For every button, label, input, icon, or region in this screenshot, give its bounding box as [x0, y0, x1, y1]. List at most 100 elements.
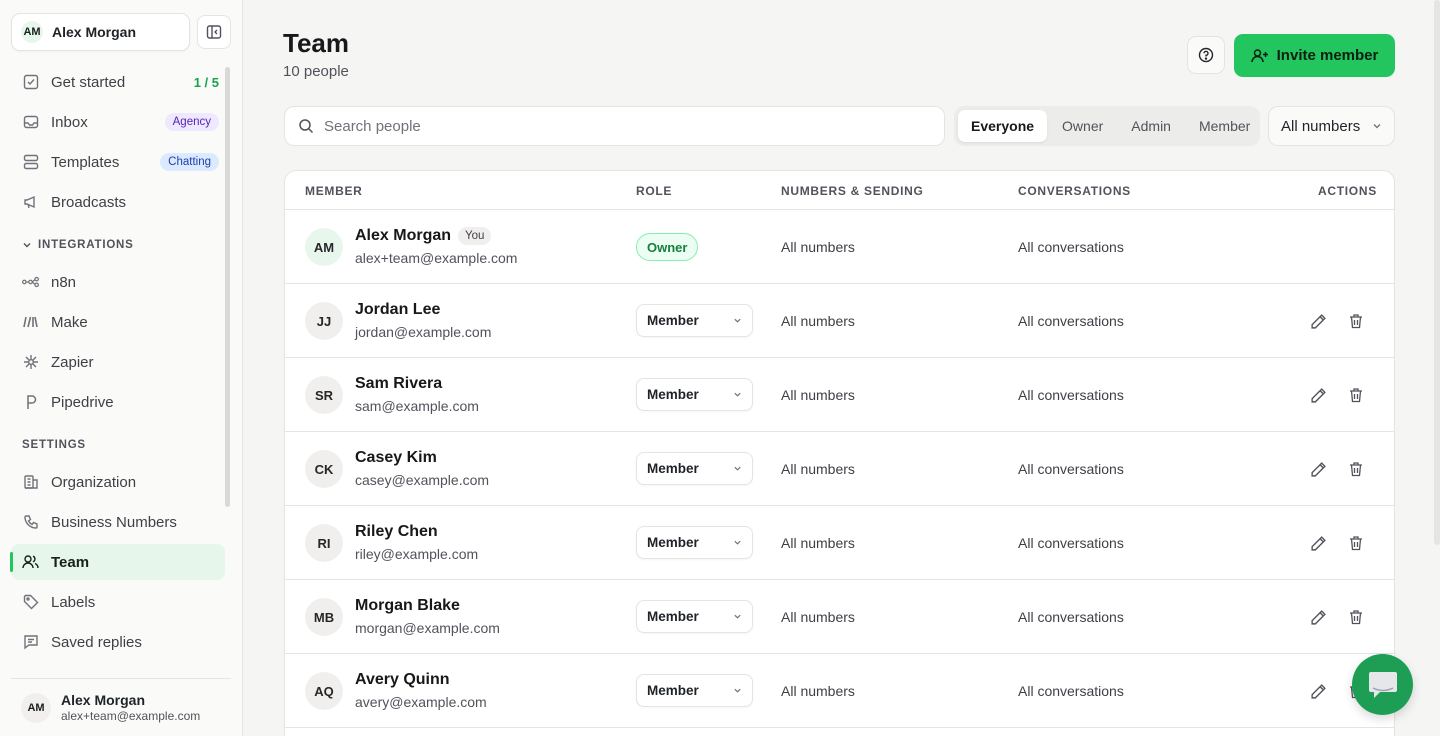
- sidebar-item-label: Get started: [51, 73, 126, 91]
- sidebar-item-pipedrive[interactable]: Pipedrive: [11, 384, 225, 420]
- sidebar-item-inbox[interactable]: Inbox Agency: [11, 104, 225, 140]
- sidebar-item-label: Make: [51, 313, 88, 331]
- invite-member-button[interactable]: Invite member: [1234, 34, 1395, 77]
- role-filter-everyone[interactable]: Everyone: [958, 110, 1048, 142]
- search-box[interactable]: [284, 106, 945, 146]
- sidebar-item-zapier[interactable]: Zapier: [11, 344, 225, 380]
- sidebar-item-broadcasts[interactable]: Broadcasts: [11, 184, 225, 220]
- sidebar-item-label: Organization: [51, 473, 137, 491]
- sidebar-item-templates[interactable]: Templates Chatting: [11, 144, 225, 180]
- trash-icon: [1350, 536, 1362, 551]
- user-menu[interactable]: AM Alex Morgan alex+team@example.com: [11, 678, 231, 736]
- header-conversations: CONVERSATIONS: [1018, 184, 1131, 198]
- integrations-section-toggle[interactable]: INTEGRATIONS: [11, 230, 225, 260]
- conversations-cell: All conversations: [1018, 387, 1124, 403]
- sidebar-item-get-started[interactable]: Get started 1 / 5: [11, 64, 225, 100]
- chevron-down-icon: [734, 614, 741, 619]
- role-select[interactable]: Member: [636, 674, 753, 707]
- member-email: riley@example.com: [355, 546, 479, 562]
- edit-button[interactable]: [1308, 533, 1328, 553]
- sidebar-scrollbar[interactable]: [225, 67, 230, 507]
- numbers-cell: All numbers: [781, 535, 855, 551]
- sidebar-item-saved-replies[interactable]: Saved replies: [11, 624, 225, 660]
- conversations-cell: All conversations: [1018, 535, 1124, 551]
- sidebar-item-label: Business Numbers: [51, 513, 177, 531]
- member-name: Alex Morgan: [355, 227, 452, 244]
- numbers-cell: All numbers: [781, 461, 855, 477]
- edit-button[interactable]: [1308, 385, 1328, 405]
- header-role: ROLE: [636, 184, 673, 198]
- checkbox-icon: [22, 74, 39, 91]
- numbers-filter-select[interactable]: All numbers: [1268, 106, 1395, 146]
- role-select[interactable]: Member: [636, 452, 753, 485]
- delete-button[interactable]: [1346, 385, 1366, 405]
- role-value: Member: [647, 609, 699, 624]
- inbox-icon: [22, 114, 39, 131]
- tag-icon: [22, 594, 39, 611]
- pencil-icon: [1310, 609, 1326, 625]
- table-row: JJ Jordan Lee jordan@example.com Member …: [285, 284, 1394, 358]
- sidebar-item-label: Team: [51, 553, 90, 571]
- member-email: avery@example.com: [355, 694, 487, 710]
- sidebar-item-labels[interactable]: Labels: [11, 584, 225, 620]
- numbers-cell: All numbers: [781, 239, 855, 255]
- search-input[interactable]: [324, 117, 924, 135]
- role-select[interactable]: Member: [636, 600, 753, 633]
- workspace-avatar: AM: [21, 21, 43, 43]
- role-select[interactable]: Member: [636, 304, 753, 337]
- delete-button[interactable]: [1346, 533, 1366, 553]
- megaphone-icon: [22, 194, 39, 211]
- role-filter-admin[interactable]: Admin: [1118, 110, 1184, 142]
- trash-icon: [1350, 610, 1362, 625]
- role-select[interactable]: Member: [636, 526, 753, 559]
- edit-button[interactable]: [1308, 459, 1328, 479]
- sidebar-item-label: Inbox: [51, 113, 88, 131]
- sidebar-item-business-numbers[interactable]: Business Numbers: [11, 504, 225, 540]
- member-email: alex+team@example.com: [355, 250, 518, 266]
- invite-member-label: Invite member: [1276, 47, 1379, 64]
- user-avatar: AM: [21, 692, 51, 723]
- workspace-switcher[interactable]: AM Alex Morgan: [11, 13, 190, 51]
- make-icon: [22, 314, 39, 331]
- sidebar-nav: Get started 1 / 5 Inbox Agency Templates…: [10, 64, 225, 664]
- delete-button[interactable]: [1346, 459, 1366, 479]
- edit-button[interactable]: [1308, 607, 1328, 627]
- sidebar-item-make[interactable]: Make: [11, 304, 225, 340]
- chat-bubble-icon: [1368, 671, 1397, 698]
- page-scrollbar[interactable]: [1434, 0, 1440, 545]
- help-button[interactable]: [1187, 36, 1225, 74]
- edit-button[interactable]: [1308, 311, 1328, 331]
- chevron-down-icon: [734, 688, 741, 693]
- chat-widget-button[interactable]: [1352, 654, 1413, 715]
- user-email: alex+team@example.com: [61, 709, 201, 723]
- member-name-wrap: Alex Morgan You: [355, 227, 492, 245]
- collapse-sidebar-button[interactable]: [197, 15, 231, 49]
- chevron-down-icon: [1373, 124, 1381, 129]
- users-icon: [22, 554, 39, 571]
- sidebar: AM Alex Morgan Get started 1 / 5 Inbox A…: [0, 0, 243, 736]
- pencil-icon: [1310, 535, 1326, 551]
- delete-button[interactable]: [1346, 311, 1366, 331]
- role-value: Member: [647, 387, 699, 402]
- table-row: MB Morgan Blake morgan@example.com Membe…: [285, 580, 1394, 654]
- sidebar-item-label: Broadcasts: [51, 193, 127, 211]
- role-filter-member[interactable]: Member: [1186, 110, 1263, 142]
- sidebar-toggle-icon: [206, 25, 222, 39]
- role-select[interactable]: Member: [636, 378, 753, 411]
- settings-section-title: SETTINGS: [22, 439, 86, 451]
- role-filter-owner[interactable]: Owner: [1049, 110, 1116, 142]
- sidebar-item-label: Zapier: [51, 353, 94, 371]
- you-badge: You: [458, 227, 492, 245]
- table-row: AM Alex Morgan You alex+team@example.com…: [285, 210, 1394, 284]
- section-title: INTEGRATIONS: [38, 239, 134, 251]
- sidebar-item-n8n[interactable]: n8n: [11, 264, 225, 300]
- member-name: Casey Kim: [355, 449, 437, 466]
- delete-button[interactable]: [1346, 607, 1366, 627]
- edit-button[interactable]: [1308, 681, 1328, 701]
- sidebar-item-label: Templates: [51, 153, 120, 171]
- sidebar-item-team[interactable]: Team: [10, 544, 225, 580]
- sidebar-item-organization[interactable]: Organization: [11, 464, 225, 500]
- table-row: SR Sam Rivera sam@example.com Member All…: [285, 358, 1394, 432]
- progress-count: 1 / 5: [193, 74, 219, 90]
- member-email: casey@example.com: [355, 472, 490, 488]
